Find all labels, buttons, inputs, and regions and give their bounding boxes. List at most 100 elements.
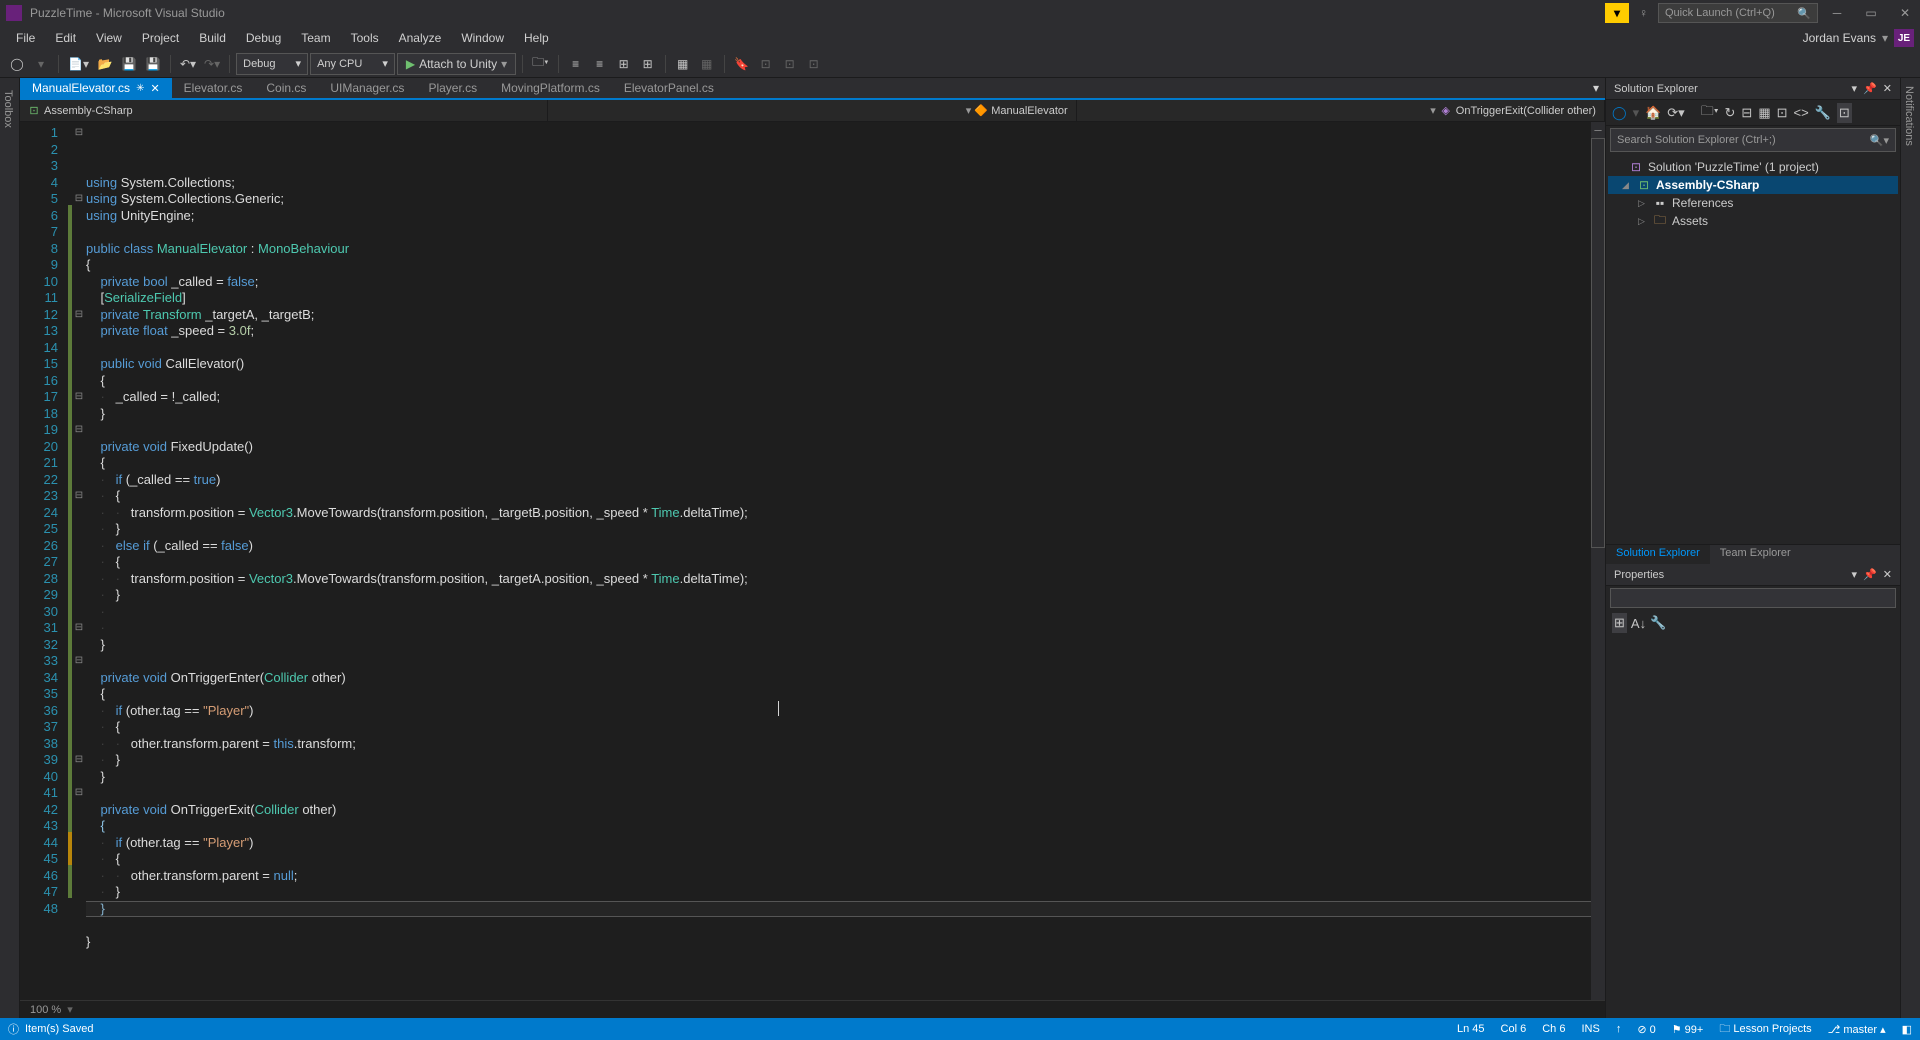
fold-toggle[interactable]: ⊟	[72, 785, 86, 802]
show-all-icon[interactable]: ▦	[1758, 105, 1770, 121]
properties-object-selector[interactable]	[1610, 588, 1896, 608]
view-code-icon[interactable]: <>	[1794, 105, 1809, 120]
member-context-selector[interactable]: ▾ ◈ OnTriggerExit(Collider other)	[1077, 100, 1605, 121]
branch-name[interactable]: ⎇ master ▴	[1828, 1023, 1886, 1036]
navigate-back-icon[interactable]: ◯	[6, 53, 28, 75]
fold-toggle[interactable]: ⊟	[72, 752, 86, 769]
menu-window[interactable]: Window	[451, 28, 514, 48]
menu-view[interactable]: View	[86, 28, 132, 48]
toolbar-icon[interactable]: ⊡	[803, 53, 825, 75]
menu-project[interactable]: Project	[132, 28, 189, 48]
file-tab[interactable]: UIManager.cs	[318, 78, 416, 98]
file-tab[interactable]: ElevatorPanel.cs	[612, 78, 726, 98]
solution-search-input[interactable]: Search Solution Explorer (Ctrl+;) 🔍▾	[1610, 128, 1896, 152]
home-icon[interactable]: 🏠	[1645, 105, 1661, 121]
fold-toggle[interactable]: ⊟	[72, 125, 86, 142]
toolbar-icon[interactable]: 🔖	[731, 53, 753, 75]
refresh-icon[interactable]: ↻	[1725, 105, 1736, 121]
pending-notifications-icon[interactable]: ▾	[1605, 3, 1629, 23]
fold-toggle[interactable]: ⊟	[72, 389, 86, 406]
menu-edit[interactable]: Edit	[45, 28, 86, 48]
alphabetical-icon[interactable]: A↓	[1631, 616, 1646, 631]
warning-count[interactable]: ⚑ 99+	[1672, 1023, 1704, 1036]
notifications-tab[interactable]: Notifications	[1901, 78, 1917, 1018]
fwd-icon[interactable]: ▾	[1633, 105, 1640, 121]
properties-icon[interactable]: 🔧	[1650, 615, 1666, 631]
menu-help[interactable]: Help	[514, 28, 559, 48]
fold-toggle[interactable]: ⊟	[72, 620, 86, 637]
error-count[interactable]: ⊘ 0	[1637, 1023, 1655, 1036]
pin-icon[interactable]: 📌	[1863, 82, 1877, 95]
undo-icon[interactable]: ↶▾	[177, 53, 199, 75]
window-position-icon[interactable]: ▾	[1852, 82, 1858, 95]
toolbar-icon[interactable]: ⊡	[755, 53, 777, 75]
save-icon[interactable]: 💾	[118, 53, 140, 75]
start-debug-button[interactable]: ▶ Attach to Unity ▾	[397, 53, 516, 75]
publish-icon[interactable]: ↑	[1616, 1023, 1622, 1035]
config-selector[interactable]: Debug▾	[236, 53, 308, 75]
collapse-all-icon[interactable]: ⊟	[1741, 105, 1752, 121]
sync-icon[interactable]: ⟳▾	[1667, 105, 1684, 121]
toolbar-icon[interactable]: ▦	[672, 53, 694, 75]
fold-toggle[interactable]: ⊟	[72, 488, 86, 505]
file-tab[interactable]: ManualElevator.cs ✳ ✕	[20, 78, 172, 98]
menu-file[interactable]: File	[6, 28, 45, 48]
preview-icon[interactable]: ⊡	[1837, 103, 1852, 123]
menu-tools[interactable]: Tools	[341, 28, 389, 48]
project-context-selector[interactable]: ⊡ Assembly-CSharp	[20, 100, 548, 121]
minimize-button[interactable]: ─	[1822, 0, 1852, 26]
fold-toggle[interactable]: ⊟	[72, 191, 86, 208]
maximize-button[interactable]: ▭	[1856, 0, 1886, 26]
categorized-icon[interactable]: ⊞	[1612, 613, 1627, 633]
wrench-icon[interactable]: 🔧	[1815, 105, 1831, 121]
feedback-icon[interactable]: ♀	[1633, 6, 1654, 20]
file-tab[interactable]: Player.cs	[416, 78, 489, 98]
pending-changes-icon[interactable]: 🗀▾	[1701, 102, 1719, 124]
close-button[interactable]: ✕	[1890, 0, 1920, 26]
tab-team-explorer[interactable]: Team Explorer	[1710, 545, 1801, 564]
zoom-selector[interactable]: 100 %	[30, 1004, 61, 1016]
new-project-icon[interactable]: 📄▾	[65, 53, 92, 75]
solution-tree[interactable]: ⊡ Solution 'PuzzleTime' (1 project) ◢ ⊡ …	[1606, 154, 1900, 544]
toolbox-tab[interactable]: Toolbox	[0, 82, 16, 1018]
close-panel-icon[interactable]: ✕	[1883, 568, 1892, 581]
toolbar-icon[interactable]: ⊞	[613, 53, 635, 75]
repo-name[interactable]: 🗀 Lesson Projects	[1719, 1020, 1811, 1039]
quick-launch-input[interactable]: Quick Launch (Ctrl+Q) 🔍	[1658, 3, 1818, 23]
file-tab[interactable]: Coin.cs	[254, 78, 318, 98]
tree-project-node[interactable]: ◢ ⊡ Assembly-CSharp	[1608, 176, 1898, 194]
vertical-scrollbar[interactable]: –	[1591, 122, 1605, 1000]
menu-team[interactable]: Team	[291, 28, 340, 48]
back-icon[interactable]: ◯	[1612, 105, 1627, 121]
menu-analyze[interactable]: Analyze	[389, 28, 452, 48]
file-tab[interactable]: Elevator.cs	[172, 78, 255, 98]
save-all-icon[interactable]: 💾	[142, 53, 164, 75]
toolbar-icon[interactable]: ≡	[565, 53, 587, 75]
menu-debug[interactable]: Debug	[236, 28, 291, 48]
platform-selector[interactable]: Any CPU▾	[310, 53, 395, 75]
fold-toggle[interactable]: ⊟	[72, 653, 86, 670]
code-editor[interactable]: 1234567891011121314151617181920212223242…	[20, 122, 1605, 1000]
toolbar-icon[interactable]: ≡	[589, 53, 611, 75]
class-context-selector[interactable]: ▾ 🔶 ManualElevator	[548, 100, 1076, 121]
menu-build[interactable]: Build	[189, 28, 236, 48]
close-panel-icon[interactable]: ✕	[1883, 82, 1892, 95]
toolbar-icon[interactable]: ⊞	[637, 53, 659, 75]
window-position-icon[interactable]: ▾	[1852, 568, 1858, 581]
tree-references-node[interactable]: ▷ ▪▪ References	[1608, 194, 1898, 212]
properties-icon[interactable]: ⊡	[1777, 105, 1788, 121]
file-tab[interactable]: MovingPlatform.cs	[489, 78, 612, 98]
toolbar-icon[interactable]: ⊡	[779, 53, 801, 75]
user-avatar[interactable]: JE	[1894, 29, 1914, 47]
fold-toggle[interactable]: ⊟	[72, 307, 86, 324]
navigate-fwd-icon[interactable]: ▾	[30, 53, 52, 75]
signed-in-user[interactable]: Jordan Evans	[1803, 31, 1876, 45]
redo-icon[interactable]: ↷▾	[201, 53, 223, 75]
tree-assets-node[interactable]: ▷ 🗀 Assets	[1608, 212, 1898, 230]
tab-solution-explorer[interactable]: Solution Explorer	[1606, 545, 1710, 564]
fold-toggle[interactable]: ⊟	[72, 422, 86, 439]
status-corner-icon[interactable]: ◧	[1902, 1023, 1912, 1036]
toolbar-icon[interactable]: 🗀▾	[529, 53, 551, 75]
pin-icon[interactable]: 📌	[1863, 568, 1877, 581]
close-tab-icon[interactable]: ✕	[150, 82, 159, 95]
